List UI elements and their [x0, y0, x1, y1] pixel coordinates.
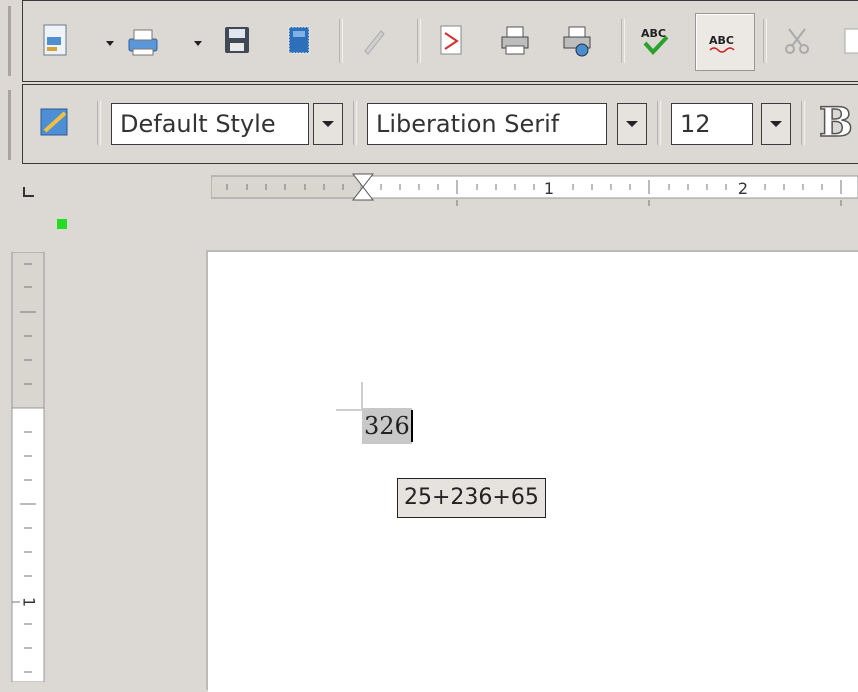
toolbar-separator: [353, 101, 357, 145]
font-name-dropdown-button[interactable]: [617, 103, 647, 145]
cut-scissors-icon[interactable]: [779, 21, 815, 61]
font-size-dropdown-button[interactable]: [761, 103, 791, 145]
toolbar-grip[interactable]: [0, 0, 22, 164]
selected-cell-text[interactable]: 326: [362, 408, 412, 444]
spellcheck-icon[interactable]: ABC: [637, 21, 673, 61]
new-document-icon[interactable]: [37, 21, 73, 61]
bold-button[interactable]: B: [818, 98, 853, 147]
toolbar-separator: [97, 101, 101, 145]
formatting-toolbar: Default Style Liberation Serif 12 B: [22, 84, 858, 164]
toolbar-separator: [339, 19, 343, 63]
autospellcheck-icon: ABC: [706, 22, 742, 62]
text-cursor: [411, 410, 413, 442]
new-dropdown-icon[interactable]: [105, 38, 115, 48]
font-name-combo[interactable]: Liberation Serif: [367, 103, 607, 145]
edit-pencil-icon[interactable]: [355, 21, 391, 61]
ruler-label-2: 2: [738, 179, 748, 198]
styles-pencil-icon[interactable]: [37, 103, 73, 143]
paragraph-style-dropdown-button[interactable]: [313, 103, 343, 145]
ruler-label-1: 1: [544, 179, 554, 198]
toolbar-separator: [657, 101, 661, 145]
font-size-combo[interactable]: 12: [671, 103, 753, 145]
toolbar-separator: [621, 19, 625, 63]
ruler-tab-selector-icon[interactable]: [22, 186, 36, 198]
toolbar-separator: [801, 101, 805, 145]
svg-text:ABC: ABC: [641, 27, 666, 40]
toolbar-separator: [763, 19, 767, 63]
green-marker: [57, 219, 67, 229]
horizontal-ruler[interactable]: 1 2: [211, 170, 858, 208]
copy-icon[interactable]: [837, 21, 858, 61]
print-preview-icon[interactable]: [559, 21, 595, 61]
svg-text:ABC: ABC: [709, 34, 734, 47]
save-disk-icon[interactable]: [219, 21, 255, 61]
print-dropdown-icon[interactable]: [193, 38, 203, 48]
standard-toolbar: ABC ABC: [22, 0, 858, 82]
vruler-label-1: 1: [20, 597, 39, 607]
print-direct-icon[interactable]: [497, 21, 533, 61]
document-page[interactable]: [208, 252, 858, 692]
template-icon[interactable]: [281, 21, 317, 61]
formula-tooltip: 25+236+65: [397, 478, 546, 518]
paragraph-style-combo[interactable]: Default Style: [111, 103, 309, 145]
autospellcheck-button[interactable]: ABC: [695, 13, 755, 71]
toolbar-separator: [417, 19, 421, 63]
export-pdf-icon[interactable]: [433, 21, 469, 61]
print-icon[interactable]: [125, 21, 161, 61]
vertical-ruler[interactable]: 1: [10, 252, 46, 682]
